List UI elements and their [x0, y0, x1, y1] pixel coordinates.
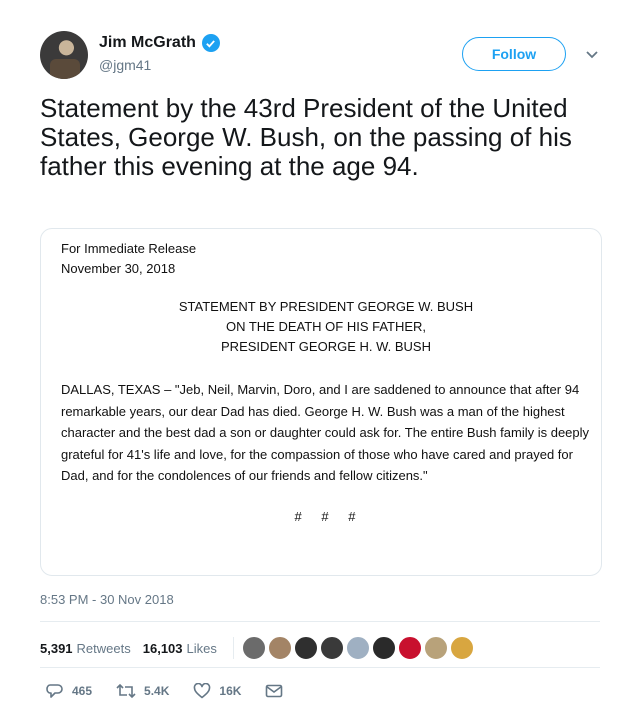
tweet: Jim McGrath @jgm41 Follow Statement by t… — [0, 0, 640, 716]
author-name-row: Jim McGrath — [99, 34, 220, 52]
liker-avatar[interactable] — [345, 636, 370, 660]
retweet-icon — [116, 683, 136, 699]
retweets-count[interactable]: 5,391 — [40, 641, 73, 656]
liker-avatar[interactable] — [267, 636, 292, 660]
verified-badge-icon — [201, 34, 220, 52]
tweet-stats: 5,391 Retweets 16,103 Likes — [40, 636, 476, 660]
likes-label[interactable]: Likes — [187, 641, 217, 656]
chevron-down-icon[interactable] — [584, 46, 600, 62]
statement-title-line: ON THE DEATH OF HIS FATHER, — [225, 319, 427, 334]
author-display-name[interactable]: Jim McGrath — [99, 34, 196, 52]
statement-title-line: PRESIDENT GEORGE H. W. BUSH — [221, 339, 431, 354]
liker-avatar[interactable] — [449, 636, 474, 660]
liker-avatar[interactable] — [293, 636, 318, 660]
message-button[interactable] — [265, 684, 291, 698]
statement-title: STATEMENT BY PRESIDENT GEORGE W. BUSH ON… — [61, 297, 591, 357]
reply-button[interactable]: 465 — [46, 682, 92, 700]
tweet-text: Statement by the 43rd President of the U… — [40, 93, 572, 181]
divider — [40, 667, 600, 668]
like-count: 16K — [219, 684, 242, 698]
liker-avatar[interactable] — [423, 636, 448, 660]
reply-count: 465 — [72, 684, 93, 698]
follow-button[interactable]: Follow — [462, 37, 566, 71]
retweet-count: 5.4K — [144, 684, 170, 698]
statement-image-card[interactable]: For Immediate Release November 30, 2018 … — [40, 228, 602, 576]
liker-avatar[interactable] — [371, 636, 396, 660]
liker-avatar[interactable] — [397, 636, 422, 660]
reply-icon — [46, 684, 63, 698]
tweet-timestamp[interactable]: 8:53 PM - 30 Nov 2018 — [40, 592, 174, 607]
author-handle[interactable]: @jgm41 — [99, 57, 151, 73]
release-date: November 30, 2018 — [61, 261, 176, 276]
tweet-actions: 465 5.4K 16K — [46, 682, 315, 700]
like-button[interactable]: 16K — [193, 683, 241, 699]
statement-end-marks: # # # — [294, 508, 358, 524]
release-label: For Immediate Release — [61, 241, 197, 256]
likes-count[interactable]: 16,103 — [143, 641, 183, 656]
divider — [40, 621, 600, 622]
envelope-icon — [266, 684, 283, 698]
retweet-button[interactable]: 5.4K — [116, 683, 169, 699]
stats-separator — [232, 637, 234, 659]
avatar[interactable] — [40, 31, 88, 79]
statement-document: For Immediate Release November 30, 2018 … — [61, 239, 591, 527]
liker-avatar[interactable] — [241, 636, 266, 660]
statement-body: DALLAS, TEXAS – "Jeb, Neil, Marvin, Doro… — [61, 382, 590, 483]
statement-title-line: STATEMENT BY PRESIDENT GEORGE W. BUSH — [178, 299, 474, 314]
heart-icon — [194, 683, 211, 699]
liker-avatar[interactable] — [319, 636, 344, 660]
retweets-label[interactable]: Retweets — [77, 641, 131, 656]
liker-avatars — [241, 636, 476, 660]
